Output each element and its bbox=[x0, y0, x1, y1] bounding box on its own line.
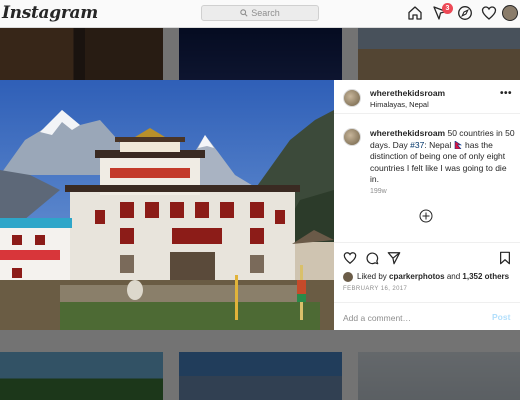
likes-connector: and bbox=[444, 272, 463, 281]
post-caption: wherethekidsroam 50 countries in 50 days… bbox=[370, 128, 516, 186]
post-photo[interactable] bbox=[0, 80, 334, 330]
comment-form: Post bbox=[334, 302, 520, 331]
caption-age: 199w bbox=[370, 188, 387, 195]
profile-avatar[interactable] bbox=[502, 5, 518, 21]
heart-icon[interactable] bbox=[481, 5, 497, 21]
more-options-icon[interactable]: ••• bbox=[500, 88, 512, 99]
post-header: wherethekidsroam Himalayas, Nepal ••• bbox=[334, 80, 520, 114]
post-location[interactable]: Himalayas, Nepal bbox=[370, 100, 429, 109]
author-avatar[interactable] bbox=[343, 89, 361, 107]
likes-prefix: Liked by bbox=[357, 272, 390, 281]
caption-text-mid: : Nepal bbox=[424, 139, 454, 150]
comment-input[interactable] bbox=[343, 311, 483, 324]
likes-summary: Liked by cparkerphotos and 1,352 others bbox=[357, 272, 509, 281]
share-icon[interactable] bbox=[387, 251, 401, 265]
post-date: FEBRUARY 16, 2017 bbox=[343, 286, 408, 292]
top-navigation: Instagram Search 3 bbox=[0, 0, 520, 28]
search-placeholder: Search bbox=[251, 8, 280, 18]
caption-hashtag[interactable]: #37 bbox=[410, 140, 424, 150]
search-icon bbox=[240, 9, 248, 17]
home-icon[interactable] bbox=[407, 5, 423, 21]
search-box[interactable]: Search bbox=[201, 5, 319, 21]
likes-count[interactable]: 1,352 others bbox=[462, 272, 509, 281]
comment-icon[interactable] bbox=[365, 251, 379, 265]
post-actions: Liked by cparkerphotos and 1,352 others … bbox=[334, 242, 520, 330]
liker-avatar[interactable] bbox=[343, 272, 353, 282]
load-more-comments-icon[interactable] bbox=[419, 209, 433, 223]
nepal-flag-icon bbox=[454, 140, 462, 149]
save-icon[interactable] bbox=[498, 251, 512, 265]
author-username[interactable]: wherethekidsroam bbox=[370, 88, 445, 98]
explore-icon[interactable] bbox=[457, 5, 473, 21]
post-details-panel: wherethekidsroam Himalayas, Nepal ••• wh… bbox=[334, 80, 520, 330]
like-icon[interactable] bbox=[343, 251, 357, 265]
liker-username[interactable]: cparkerphotos bbox=[389, 272, 445, 281]
notification-badge: 3 bbox=[442, 3, 453, 14]
post-comment-button[interactable]: Post bbox=[492, 312, 510, 322]
instagram-logo[interactable]: Instagram bbox=[2, 3, 98, 23]
caption-author-avatar[interactable] bbox=[343, 128, 361, 146]
caption-username[interactable]: wherethekidsroam bbox=[370, 128, 445, 138]
